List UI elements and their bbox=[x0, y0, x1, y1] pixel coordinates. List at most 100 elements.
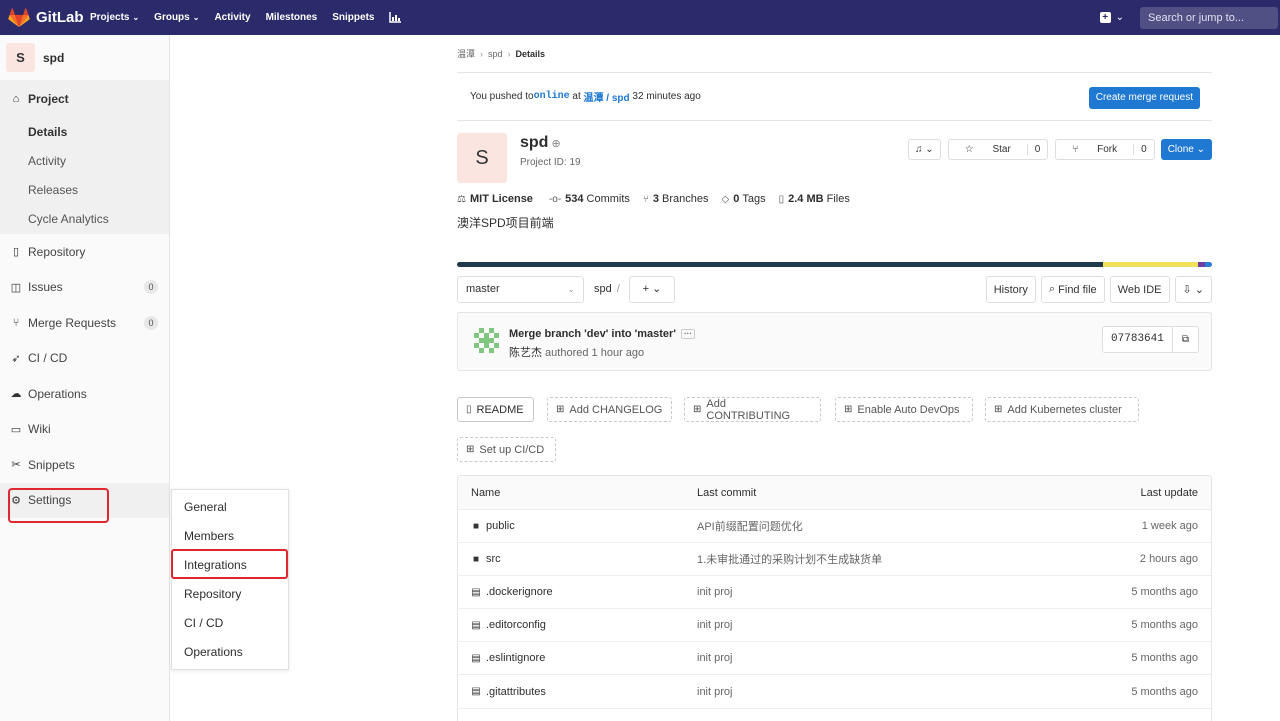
fork-button[interactable]: ⑂ Fork 0 bbox=[1055, 139, 1155, 160]
stat-files[interactable]: ▯ 2.4 MB Files bbox=[779, 193, 850, 205]
scissors-icon: ✂ bbox=[11, 459, 21, 472]
create-merge-request-button[interactable]: Create merge request bbox=[1088, 87, 1200, 109]
sidebar-subitem-activity[interactable]: Activity bbox=[0, 146, 169, 175]
download-dropdown[interactable]: ⇩ ⌄ bbox=[1174, 276, 1212, 303]
add-kubernetes-cluster-button[interactable]: ⊞ Add Kubernetes cluster bbox=[985, 397, 1139, 422]
table-row[interactable]: ▤ .dockerignore init proj 5 months ago bbox=[458, 576, 1211, 610]
commit-icon: -o- bbox=[548, 193, 562, 205]
commit-message-link[interactable]: API前缀配置问题优化 bbox=[697, 518, 803, 534]
sidebar-project-header[interactable]: S spd bbox=[0, 35, 169, 81]
sidebar-item-merge-requests[interactable]: ⑂ Merge Requests 0 bbox=[0, 305, 169, 341]
pushed-branch-link[interactable]: online bbox=[534, 91, 570, 102]
commit-author-name[interactable]: 陈艺杰 bbox=[509, 347, 542, 359]
brand-name: GitLab bbox=[36, 9, 84, 26]
flyout-item-repository[interactable]: Repository bbox=[172, 579, 288, 608]
commit-message-link[interactable]: init proj bbox=[697, 652, 732, 664]
flyout-item-ci-cd[interactable]: CI / CD bbox=[172, 608, 288, 637]
plus-square-icon: ⊞ bbox=[556, 404, 565, 415]
stat-tags[interactable]: ◇ 0 Tags bbox=[722, 193, 766, 205]
add-changelog-button[interactable]: ⊞ Add CHANGELOG bbox=[547, 397, 672, 422]
language-segment-3[interactable] bbox=[1205, 262, 1212, 267]
sidebar-subitem-releases[interactable]: Releases bbox=[0, 175, 169, 204]
fork-count[interactable]: 0 bbox=[1133, 144, 1154, 155]
file-name-link[interactable]: public bbox=[486, 520, 515, 532]
last-update-time: 5 months ago bbox=[1131, 586, 1198, 599]
table-row[interactable]: ▤ .editorconfig init proj 5 months ago bbox=[458, 609, 1211, 643]
file-icon: ▤ bbox=[471, 686, 481, 698]
gitlab-logo[interactable]: GitLab bbox=[0, 7, 90, 28]
commit-message-link[interactable]: 1.未审批通过的采购计划不生成缺货单 bbox=[697, 551, 882, 567]
commit-sha-link[interactable]: 07783641 bbox=[1103, 327, 1172, 352]
star-button[interactable]: ☆ Star 0 bbox=[947, 139, 1049, 160]
repo-path-root[interactable]: spd bbox=[594, 283, 612, 295]
file-name-link[interactable]: src bbox=[486, 553, 501, 565]
nav-groups[interactable]: Groups ⌄ bbox=[154, 12, 199, 23]
clone-button[interactable]: Clone ⌄ bbox=[1160, 139, 1212, 160]
history-button[interactable]: History bbox=[985, 276, 1036, 303]
copy-icon[interactable]: ⧉ bbox=[1171, 327, 1198, 352]
stat-commits[interactable]: -o- 534 Commits bbox=[549, 193, 630, 205]
breadcrumb-project[interactable]: spd bbox=[488, 49, 503, 59]
commit-message-link[interactable]: init proj bbox=[697, 586, 732, 598]
table-row[interactable]: ▤ .eslintignore init proj 5 months ago bbox=[458, 642, 1211, 676]
sidebar-item-operations[interactable]: ☁ Operations bbox=[0, 376, 169, 412]
folder-icon: ■ bbox=[472, 520, 480, 532]
chevron-down-icon: ⌄ bbox=[132, 13, 140, 22]
nav-projects[interactable]: Projects ⌄ bbox=[90, 12, 139, 23]
commit-title[interactable]: Merge branch 'dev' into 'master' ··· bbox=[509, 328, 695, 340]
flyout-item-members[interactable]: Members bbox=[172, 521, 288, 550]
sidebar-item-snippets[interactable]: ✂ Snippets bbox=[0, 447, 169, 483]
sidebar-item-ci-cd[interactable]: ➶ CI / CD bbox=[0, 341, 169, 377]
find-file-button[interactable]: ⌕ Find file bbox=[1040, 276, 1105, 303]
sidebar-item-project[interactable]: ⌂ Project bbox=[0, 81, 169, 117]
language-segment-0[interactable] bbox=[457, 262, 1103, 267]
last-update-time: 1 week ago bbox=[1141, 520, 1198, 533]
search-input[interactable]: Search or jump to... bbox=[1140, 6, 1278, 29]
repository-language-bar[interactable] bbox=[457, 262, 1212, 267]
nav-activity[interactable]: Activity bbox=[214, 12, 250, 23]
nav-milestones[interactable]: Milestones bbox=[266, 12, 318, 23]
file-table: Name Last commit Last update ■ public API… bbox=[457, 475, 1212, 721]
flyout-item-operations[interactable]: Operations bbox=[172, 637, 288, 666]
flyout-item-general[interactable]: General bbox=[172, 492, 288, 521]
stat-branches[interactable]: ⑂ 3 Branches bbox=[643, 193, 709, 205]
sidebar-subitem-cycle-analytics[interactable]: Cycle Analytics bbox=[0, 204, 169, 234]
nav-snippets[interactable]: Snippets bbox=[332, 12, 374, 23]
file-name-link[interactable]: .eslintignore bbox=[486, 652, 545, 664]
branch-select[interactable]: master ⌄ bbox=[457, 276, 584, 303]
stat-license[interactable]: ⚖ MIT License bbox=[457, 193, 536, 205]
pushed-project-link[interactable]: 温潭 / spd bbox=[584, 89, 630, 104]
table-row[interactable]: ■ public API前缀配置问题优化 1 week ago bbox=[458, 510, 1211, 544]
sidebar-item-repository[interactable]: ▯ Repository bbox=[0, 234, 169, 270]
integrations-highlight-box bbox=[171, 549, 288, 579]
notification-dropdown[interactable]: ♫ ⌄ bbox=[908, 139, 941, 160]
breadcrumb-group[interactable]: 温潭 bbox=[457, 47, 475, 60]
chevron-down-icon: ⌄ bbox=[925, 144, 934, 155]
add-contributing-button[interactable]: ⊞ Add CONTRIBUTING bbox=[684, 397, 821, 422]
commit-message-link[interactable]: init proj bbox=[697, 686, 732, 698]
enable-auto-devops-button[interactable]: ⊞ Enable Auto DevOps bbox=[835, 397, 973, 422]
readme-button[interactable]: ▯ README bbox=[457, 397, 534, 422]
star-count[interactable]: 0 bbox=[1026, 144, 1048, 155]
sidebar-subitem-details[interactable]: Details bbox=[0, 117, 169, 146]
language-segment-2[interactable] bbox=[1198, 262, 1206, 267]
new-dropdown[interactable]: + ⌄ bbox=[1099, 12, 1124, 23]
file-icon: ▯ bbox=[778, 193, 785, 205]
file-name-link[interactable]: .gitattributes bbox=[486, 686, 546, 698]
commit-message-link[interactable]: init proj bbox=[697, 619, 732, 631]
identicon-avatar bbox=[474, 328, 499, 353]
language-segment-1[interactable] bbox=[1102, 262, 1199, 267]
table-row[interactable]: ▤ .gitattributes init proj 5 months ago bbox=[458, 675, 1211, 709]
table-row[interactable]: ■ src 1.未审批通过的采购计划不生成缺货单 2 hours ago bbox=[458, 543, 1211, 577]
setup-ci-cd-button[interactable]: ⊞ Set up CI/CD bbox=[457, 437, 556, 462]
web-ide-button[interactable]: Web IDE bbox=[1109, 276, 1170, 303]
chart-icon[interactable] bbox=[389, 12, 402, 23]
add-file-dropdown[interactable]: + ⌄ bbox=[629, 276, 675, 303]
more-dots-icon[interactable]: ··· bbox=[680, 329, 695, 340]
cloud-gear-icon: ☁ bbox=[10, 388, 22, 401]
sidebar-item-issues[interactable]: ◫ Issues 0 bbox=[0, 270, 169, 306]
sidebar-item-wiki[interactable]: ▭ Wiki bbox=[0, 412, 169, 448]
file-name-link[interactable]: .dockerignore bbox=[486, 586, 553, 598]
breadcrumb-current[interactable]: Details bbox=[516, 49, 546, 59]
file-name-link[interactable]: .editorconfig bbox=[486, 619, 546, 631]
